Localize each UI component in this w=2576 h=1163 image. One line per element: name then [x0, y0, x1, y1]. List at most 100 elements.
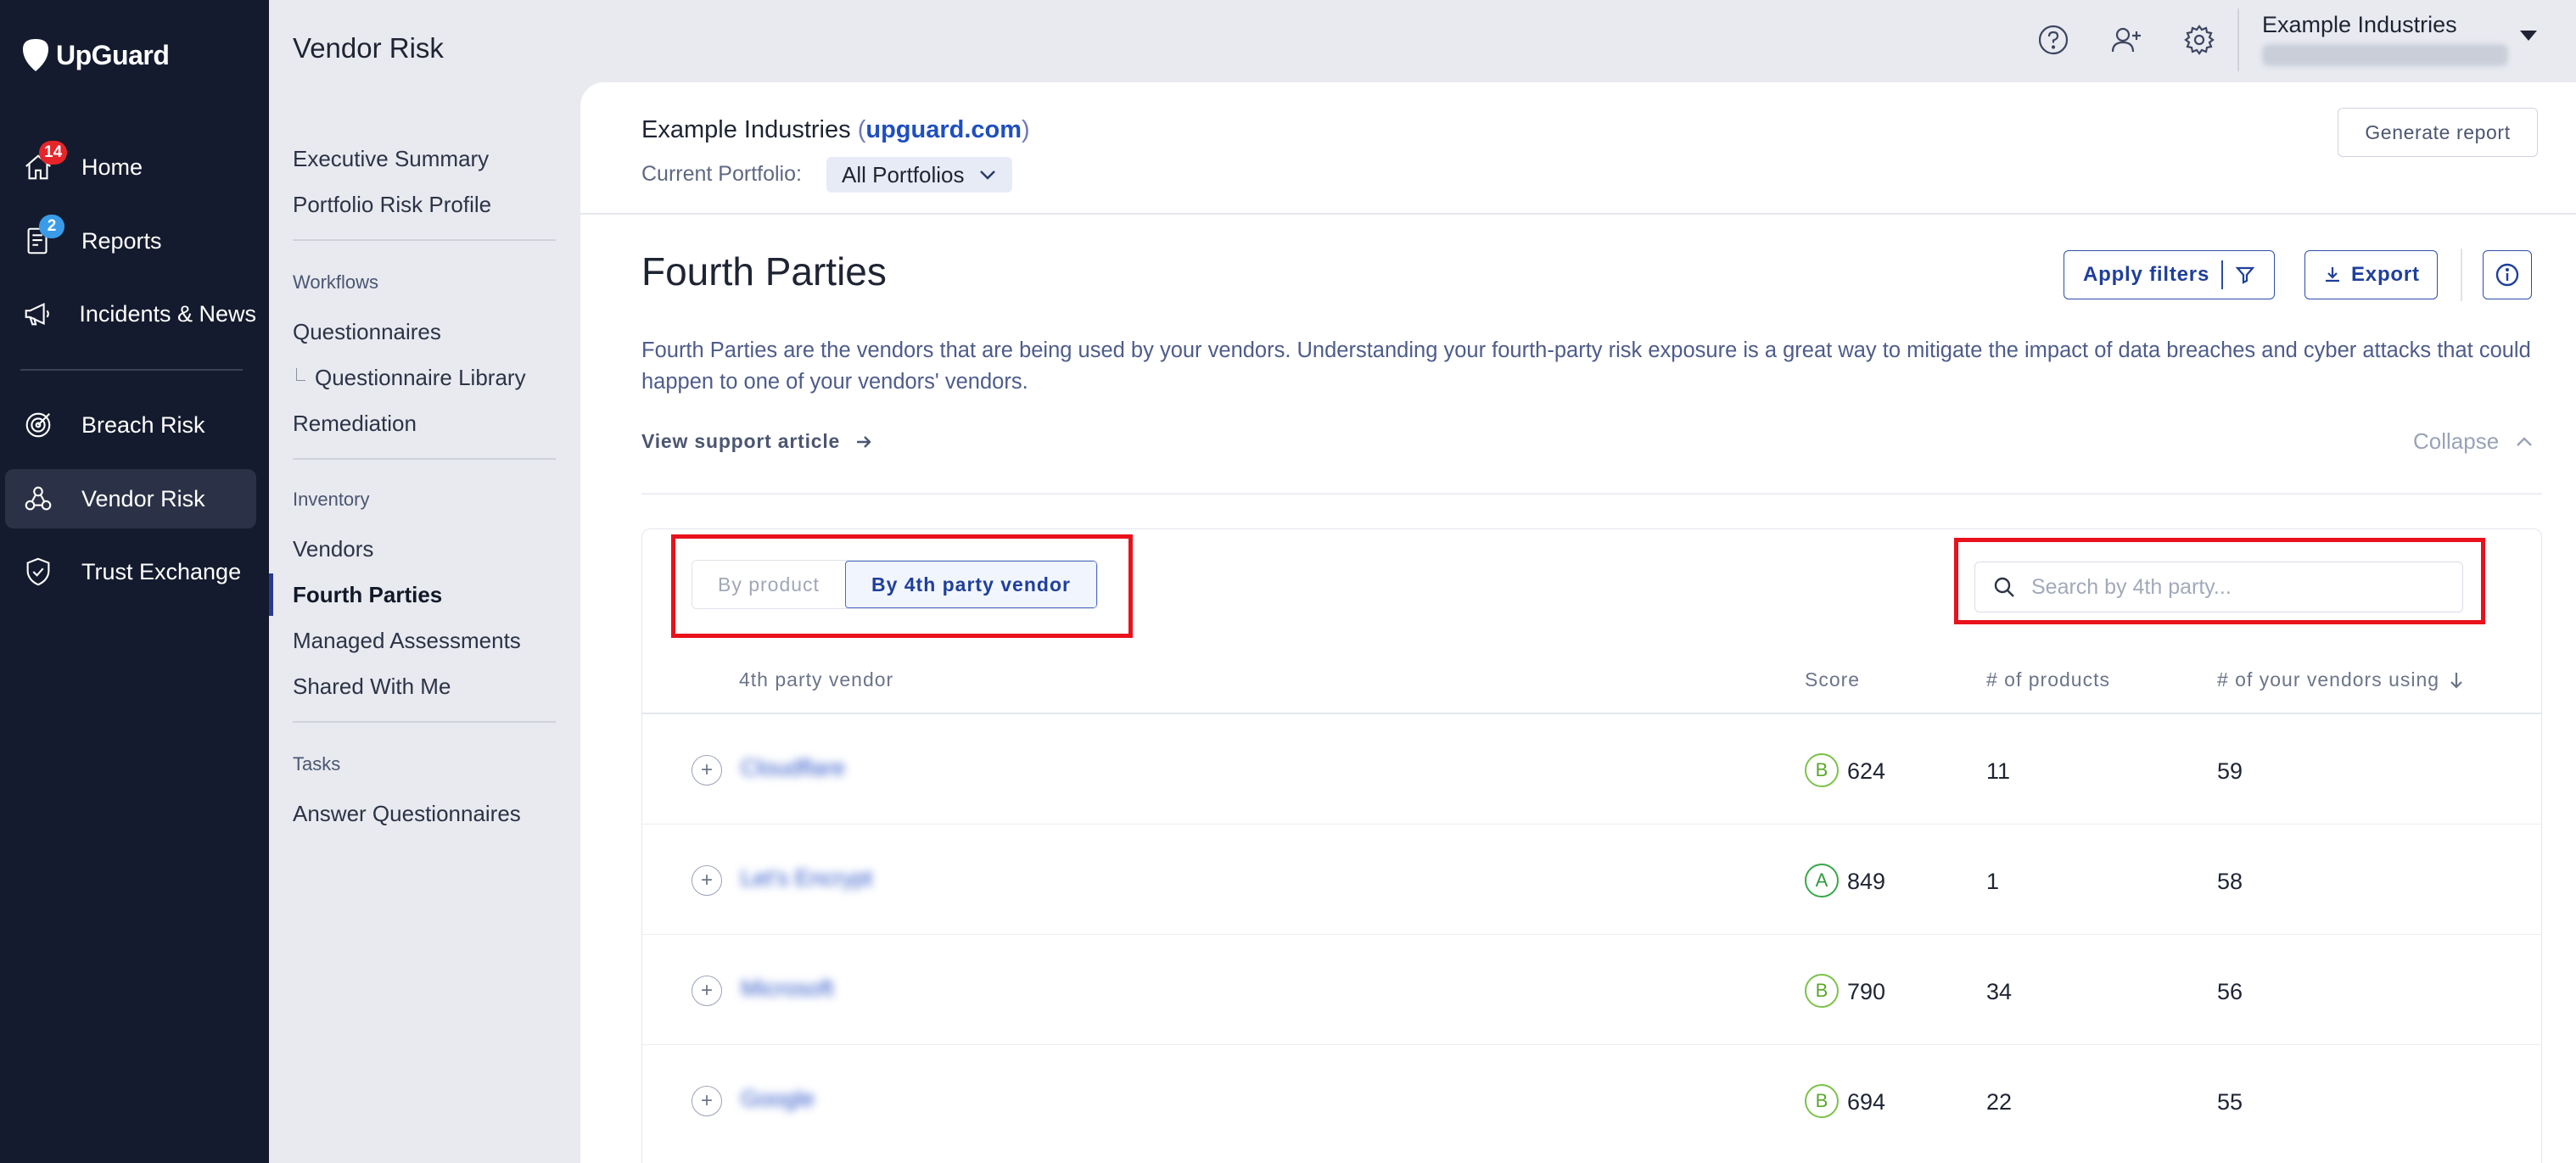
nav-item-incidents-news[interactable]: Incidents & News: [5, 284, 256, 344]
grade-badge: A: [1805, 864, 1839, 897]
settings-button[interactable]: [2180, 20, 2219, 59]
sidebar-item-remediation[interactable]: Remediation: [293, 411, 417, 437]
org-header: Example Industries (upguard.com): [641, 116, 1030, 144]
sort-descending-icon: [2450, 672, 2462, 689]
grade-badge: B: [1805, 1084, 1839, 1118]
collapse-label: Collapse: [2413, 428, 2500, 454]
apply-filters-button[interactable]: Apply filters: [2064, 250, 2276, 299]
toolbar-divider: [2461, 249, 2462, 301]
home-badge: 14: [39, 141, 68, 165]
expand-row-icon[interactable]: +: [692, 976, 722, 1006]
column-header-products[interactable]: # of products: [1986, 668, 2110, 691]
vendor-name-link[interactable]: Google: [741, 1086, 815, 1112]
search-input[interactable]: [2031, 574, 2439, 600]
nav-item-reports[interactable]: 2 Reports: [5, 211, 256, 271]
help-icon: [2038, 25, 2069, 55]
nav-item-home[interactable]: 14 Home: [5, 137, 256, 197]
vendor-name-link[interactable]: Let's Encrypt: [741, 865, 872, 892]
arrow-right-icon: [857, 435, 871, 448]
expand-row-icon[interactable]: +: [692, 1086, 722, 1116]
sidebar-heading-workflows: Workflows: [293, 271, 379, 293]
vendors-using-count: 56: [2217, 979, 2243, 1004]
export-button[interactable]: Export: [2304, 250, 2438, 299]
portfolio-select[interactable]: All Portfolios: [826, 157, 1012, 193]
table-row[interactable]: + Microsoft B 790 34 56: [642, 935, 2541, 1045]
expand-row-icon[interactable]: +: [692, 755, 722, 786]
nav-label: Reports: [81, 227, 162, 254]
page-description: Fourth Parties are the vendors that are …: [641, 338, 2531, 394]
score-value: 624: [1847, 758, 1886, 784]
sidebar-item-questionnaires[interactable]: Questionnaires: [293, 319, 441, 345]
account-email-redacted: [2262, 44, 2508, 66]
nav-item-vendor-risk[interactable]: Vendor Risk: [5, 469, 256, 528]
column-header-vendor[interactable]: 4th party vendor: [739, 668, 893, 691]
products-count: 1: [1986, 869, 2000, 894]
upguard-logo[interactable]: UpGuard: [20, 36, 170, 75]
sidebar-item-answer-questionnaires[interactable]: Answer Questionnaires: [293, 801, 521, 827]
nav-label: Home: [81, 154, 143, 180]
fourth-parties-table-card: By product By 4th party vendor 4th party…: [641, 528, 2542, 1163]
help-button[interactable]: [2034, 20, 2073, 59]
by-product-toggle[interactable]: By product: [692, 561, 845, 608]
export-label: Export: [2351, 263, 2420, 286]
score-value: 694: [1847, 1089, 1886, 1115]
sidebar-item-questionnaire-library[interactable]: Questionnaire Library: [296, 365, 526, 391]
main-nav: UpGuard 14 Home 2 Reports Incidents & Ne…: [0, 0, 269, 1163]
target-icon: [20, 407, 56, 443]
org-name: Example Industries: [641, 116, 851, 143]
column-header-score[interactable]: Score: [1805, 668, 1860, 691]
search-box: [1974, 562, 2463, 612]
column-header-vendors-using-label: # of your vendors using: [2217, 668, 2440, 691]
by-4th-party-vendor-toggle[interactable]: By 4th party vendor: [844, 561, 1097, 608]
org-domain-link[interactable]: upguard.com: [865, 116, 1022, 143]
download-icon: [2326, 267, 2339, 282]
nav-item-trust-exchange[interactable]: Trust Exchange: [5, 542, 256, 601]
section-title: Vendor Risk: [293, 32, 444, 64]
products-count: 11: [1986, 758, 2011, 784]
account-dropdown-caret[interactable]: [2520, 31, 2537, 41]
table-row[interactable]: + Cloudflare B 624 11 59: [642, 714, 2541, 825]
paren-open: (: [857, 116, 866, 143]
sidebar-item-vendors[interactable]: Vendors: [293, 536, 373, 562]
expand-row-icon[interactable]: +: [692, 865, 722, 896]
sidebar-item-executive-summary[interactable]: Executive Summary: [293, 146, 489, 172]
vendor-name-link[interactable]: Microsoft: [741, 976, 834, 1002]
view-toggle: By product By 4th party vendor: [692, 560, 1098, 609]
sidebar-heading-tasks: Tasks: [293, 753, 341, 774]
chevron-down-icon: [979, 171, 995, 180]
collapse-toggle[interactable]: Collapse: [2413, 428, 2534, 455]
sidebar-item-portfolio-risk-profile[interactable]: Portfolio Risk Profile: [293, 192, 491, 218]
search-icon: [1994, 577, 2014, 597]
nav-label: Breach Risk: [81, 411, 205, 438]
upguard-shield-icon: [23, 39, 48, 71]
header-divider: [580, 213, 2576, 215]
nav-item-breach-risk[interactable]: Breach Risk: [5, 395, 256, 455]
table-row[interactable]: + Google B 694 22 55: [642, 1045, 2541, 1155]
products-count: 22: [1986, 1089, 2013, 1115]
button-divider: [2221, 260, 2224, 289]
products-count: 34: [1986, 979, 2013, 1004]
section-sidebar: Vendor Risk Executive Summary Portfolio …: [269, 0, 580, 1163]
sidebar-item-fourth-parties[interactable]: Fourth Parties: [293, 582, 442, 608]
support-link-label: View support article: [641, 430, 841, 452]
invite-user-button[interactable]: [2107, 20, 2146, 59]
sidebar-item-shared-with-me[interactable]: Shared With Me: [293, 674, 451, 700]
sidebar-divider: [293, 721, 556, 723]
score-value: 849: [1847, 869, 1886, 894]
table-row[interactable]: + Let's Encrypt A 849 1 58: [642, 825, 2541, 935]
gear-icon: [2184, 25, 2215, 55]
account-org-name[interactable]: Example Industries: [2262, 12, 2457, 38]
vendors-using-count: 55: [2217, 1089, 2243, 1115]
page-title: Fourth Parties: [641, 249, 887, 294]
vendor-name-link[interactable]: Cloudflare: [741, 755, 845, 781]
column-header-vendors-using[interactable]: # of your vendors using: [2217, 668, 2465, 691]
generate-report-button[interactable]: Generate report: [2338, 108, 2538, 157]
filter-icon: [2235, 266, 2255, 284]
score-value: 790: [1847, 979, 1886, 1004]
sidebar-item-managed-assessments[interactable]: Managed Assessments: [293, 628, 521, 654]
logo-text: UpGuard: [56, 39, 170, 70]
info-button[interactable]: [2483, 250, 2532, 299]
add-user-icon: [2111, 27, 2141, 53]
view-support-article-link[interactable]: View support article: [641, 430, 874, 453]
nav-divider: [20, 369, 243, 371]
